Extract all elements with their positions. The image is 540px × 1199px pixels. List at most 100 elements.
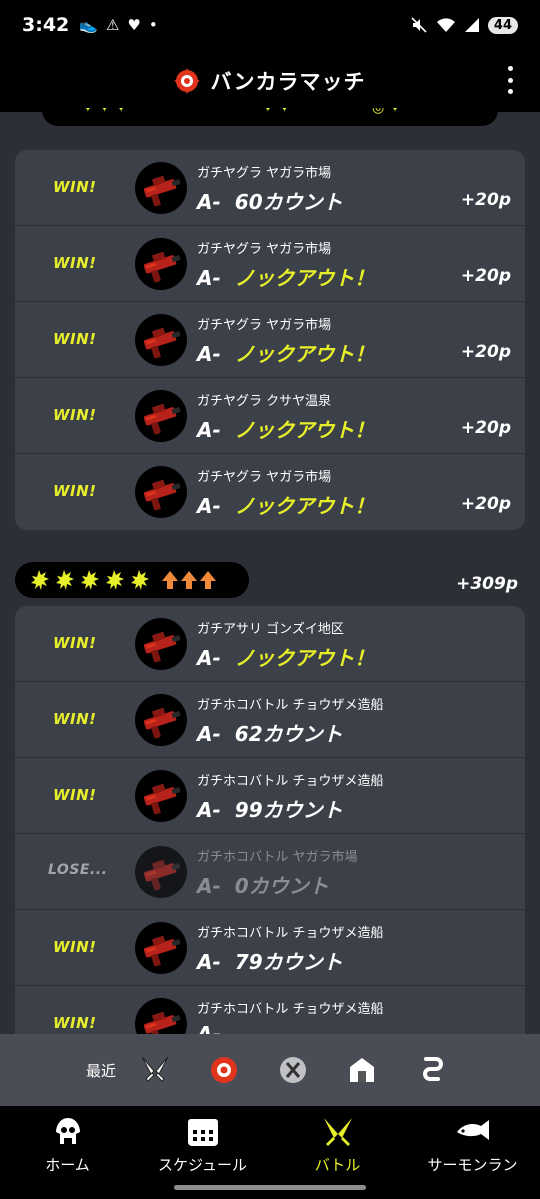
nav-battle-label: バトル xyxy=(314,1156,361,1174)
win-splat-icon xyxy=(131,570,149,590)
nav-schedule-label: スケジュール xyxy=(158,1156,247,1174)
battle-row[interactable]: LOSE... ガチホコバトル ヤガラ市場 A- 0カウント xyxy=(15,834,525,910)
rank-score: A- 99カウント xyxy=(197,794,343,823)
weapon-icon xyxy=(135,922,187,974)
peek-mark-icon: ◎ ✦ xyxy=(372,108,401,116)
result-label: WIN! xyxy=(53,330,97,348)
result-label: WIN! xyxy=(53,634,97,652)
rank-label: A- xyxy=(197,646,221,670)
result-label: WIN! xyxy=(53,178,97,196)
rank-score: A- 0カウント xyxy=(197,870,329,899)
salmon-icon xyxy=(456,1120,489,1140)
mode-stage-label: ガチホコバトル チョウザメ造船 xyxy=(197,774,384,789)
page-title: バンカラマッチ xyxy=(210,70,366,94)
rank-up-arrow-icon xyxy=(181,571,197,589)
mode-stage-label: ガチヤグラ ヤガラ市場 xyxy=(197,318,332,333)
private-battle-icon[interactable] xyxy=(345,1053,379,1087)
nav-salmon-run[interactable]: サーモンラン xyxy=(405,1106,540,1199)
score-label: ノックアウト！ xyxy=(234,418,375,442)
rank-score: A- ノックアウト！ xyxy=(197,338,374,367)
mute-icon xyxy=(411,17,427,33)
points-label: +20p xyxy=(460,418,511,438)
battle-card-2: WIN! ガチアサリ ゴンズイ地区 A- ノックアウト！ WIN! ガチホコバトル チョウ… xyxy=(15,606,525,1062)
win-splat-icon xyxy=(81,570,99,590)
gesture-bar xyxy=(174,1185,366,1190)
peek-mark-icon: ✦ ✦ xyxy=(262,108,291,116)
nav-home[interactable]: ホーム xyxy=(0,1106,135,1199)
status-right: 44 xyxy=(410,16,518,34)
battle-row[interactable]: WIN! ガチヤグラ クサヤ温泉 A- ノックアウト！ +20p xyxy=(15,378,525,454)
weapon-icon xyxy=(135,162,187,214)
weapon-icon xyxy=(135,238,187,290)
score-label: 60カウント xyxy=(234,190,343,214)
more-menu-button[interactable] xyxy=(502,62,518,98)
mode-stage-label: ガチヤグラ ヤガラ市場 xyxy=(197,242,332,257)
nav-salmon-run-label: サーモンラン xyxy=(427,1156,518,1174)
points-label: +20p xyxy=(460,494,511,514)
result-label: WIN! xyxy=(53,254,97,272)
result-label: WIN! xyxy=(53,786,97,804)
score-label: 0カウント xyxy=(234,874,329,898)
anarchy-battle-icon[interactable] xyxy=(207,1053,241,1087)
weapon-icon xyxy=(135,846,187,898)
rank-score: A- ノックアウト！ xyxy=(197,490,374,519)
status-time: 3:42 xyxy=(22,14,70,36)
result-label: LOSE... xyxy=(48,862,108,878)
weapon-icon xyxy=(135,618,187,670)
weapon-icon xyxy=(135,694,187,746)
mode-stage-label: ガチヤグラ ヤガラ市場 xyxy=(197,470,332,485)
result-label: WIN! xyxy=(53,710,97,728)
dot-icon: • xyxy=(148,16,158,34)
result-label: WIN! xyxy=(53,406,97,424)
weapon-icon xyxy=(135,314,187,366)
wifi-icon xyxy=(436,18,455,32)
win-splat-icon xyxy=(56,570,74,590)
previous-series-peek: ✦ ✦ ✦ ✦ ✦ ◎ ✦ xyxy=(42,108,498,126)
mode-stage-label: ガチヤグラ ヤガラ市場 xyxy=(197,166,332,181)
rank-label: A- xyxy=(197,798,221,822)
battle-row[interactable]: WIN! ガチヤグラ ヤガラ市場 A- 60カウント +20p xyxy=(15,150,525,226)
anarchy-battle-logo-icon xyxy=(174,68,201,94)
battle-row[interactable]: WIN! ガチホコバトル チョウザメ造船 A- 79カウント xyxy=(15,910,525,986)
battle-row[interactable]: WIN! ガチヤグラ ヤガラ市場 A- ノックアウト！ +20p xyxy=(15,302,525,378)
battle-card-1: WIN! ガチヤグラ ヤガラ市場 A- 60カウント +20p WIN! ガチヤグラ ヤガラ… xyxy=(15,150,525,530)
mode-stage-label: ガチホコバトル チョウザメ造船 xyxy=(197,698,384,713)
x-battle-icon[interactable] xyxy=(276,1053,310,1087)
battle-icon xyxy=(323,1118,352,1146)
recent-label: 最近 xyxy=(86,1061,117,1080)
battery-indicator: 44 xyxy=(487,16,518,34)
battle-row[interactable]: WIN! ガチホコバトル チョウザメ造船 A- 99カウント xyxy=(15,758,525,834)
score-label: ノックアウト！ xyxy=(234,646,375,670)
rank-up-arrow-icon xyxy=(162,571,178,589)
rank-score: A- ノックアウト！ xyxy=(197,642,374,671)
rank-label: A- xyxy=(197,342,221,366)
result-label: WIN! xyxy=(53,1014,97,1032)
challenge-icon[interactable] xyxy=(414,1053,448,1087)
series-progress xyxy=(15,562,249,598)
battle-row[interactable]: WIN! ガチホコバトル チョウザメ造船 A- 62カウント xyxy=(15,682,525,758)
weapon-icon xyxy=(135,770,187,822)
rank-score: A- ノックアウト！ xyxy=(197,414,374,443)
points-label: +20p xyxy=(460,266,511,286)
squid-home-icon xyxy=(55,1118,80,1144)
screen: { "status_bar": { "time": "3:42", "batte… xyxy=(0,0,540,1199)
rank-label: A- xyxy=(197,266,221,290)
score-label: ノックアウト！ xyxy=(234,266,375,290)
battle-row[interactable]: WIN! ガチヤグラ ヤガラ市場 A- ノックアウト！ +20p xyxy=(15,454,525,530)
shoe-icon: 👟 xyxy=(79,16,98,34)
battle-row[interactable]: WIN! ガチアサリ ゴンズイ地区 A- ノックアウト！ xyxy=(15,606,525,682)
nav-home-label: ホーム xyxy=(45,1156,90,1174)
result-label: WIN! xyxy=(53,938,97,956)
recent-filter-bar: 最近 xyxy=(0,1034,540,1106)
status-bar: 3:42 👟 ⚠ ♥ • 44 xyxy=(0,0,540,50)
heart-icon: ♥ xyxy=(127,16,141,34)
score-label: 99カウント xyxy=(234,798,343,822)
result-label: WIN! xyxy=(53,482,97,500)
battle-row[interactable]: WIN! ガチヤグラ ヤガラ市場 A- ノックアウト！ +20p xyxy=(15,226,525,302)
signal-icon xyxy=(464,18,479,32)
score-label: ノックアウト！ xyxy=(234,342,375,366)
regular-battle-icon[interactable] xyxy=(138,1053,172,1087)
rank-label: A- xyxy=(197,190,221,214)
mode-stage-label: ガチヤグラ クサヤ温泉 xyxy=(197,394,332,409)
score-label: 62カウント xyxy=(234,722,343,746)
